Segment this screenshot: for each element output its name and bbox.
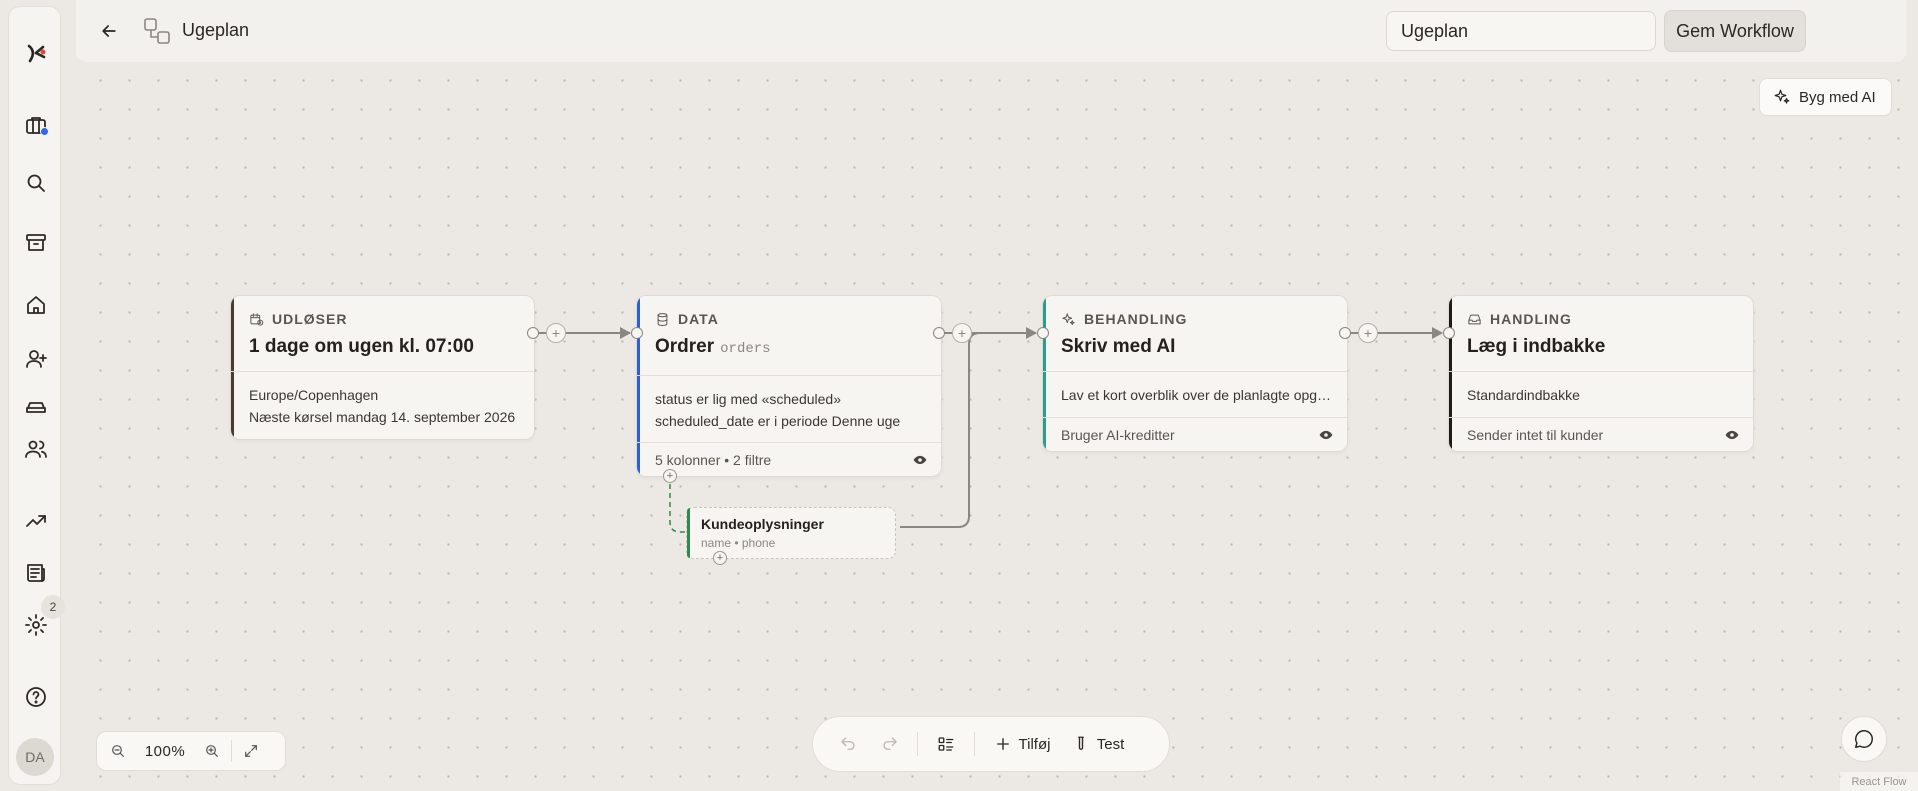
process-node[interactable]: BEHANDLING Skriv med AI Lav et kort over… bbox=[1042, 295, 1348, 452]
zoom-level: 100% bbox=[144, 742, 186, 760]
filter-line: scheduled_date er i periode Denne uge bbox=[655, 413, 901, 429]
plus-icon bbox=[996, 738, 1009, 750]
trending-up-icon[interactable] bbox=[9, 501, 62, 541]
test-label: Test bbox=[1096, 735, 1125, 753]
node-footer: Sender intet til kunder bbox=[1467, 427, 1604, 443]
workflow-icon bbox=[142, 16, 172, 46]
users-icon[interactable] bbox=[9, 429, 62, 469]
notification-dot bbox=[40, 127, 49, 136]
expand-icon bbox=[245, 745, 257, 757]
node-kind-label: UDLØSER bbox=[272, 311, 348, 327]
zoom-out-icon bbox=[112, 745, 124, 757]
home-icon[interactable] bbox=[9, 285, 62, 325]
vehicle-icon[interactable] bbox=[9, 391, 62, 413]
add-label: Tilføj bbox=[1018, 735, 1051, 753]
undo-icon bbox=[841, 737, 855, 750]
node-kind-label: BEHANDLING bbox=[1084, 311, 1188, 327]
test-button[interactable]: Test bbox=[1063, 724, 1133, 764]
input-handle[interactable] bbox=[631, 327, 643, 339]
zoom-out-button[interactable] bbox=[101, 734, 135, 768]
build-with-ai-button[interactable]: Byg med AI bbox=[1759, 78, 1892, 116]
input-handle[interactable] bbox=[1443, 327, 1455, 339]
react-flow-attribution[interactable]: React Flow bbox=[1840, 772, 1918, 791]
logo-icon[interactable] bbox=[9, 33, 62, 73]
list-layout-icon bbox=[938, 737, 954, 751]
save-workflow-button[interactable]: Gem Workflow bbox=[1664, 10, 1806, 52]
output-handle[interactable] bbox=[527, 327, 539, 339]
build-with-ai-label: Byg med AI bbox=[1799, 88, 1876, 106]
inbox-icon bbox=[1468, 314, 1481, 324]
bottom-toolbar: Tilføj Test bbox=[812, 716, 1170, 772]
page-title: Ugeplan bbox=[182, 20, 250, 40]
eye-icon[interactable] bbox=[913, 453, 927, 467]
help-icon[interactable] bbox=[9, 677, 62, 717]
eye-icon[interactable] bbox=[1319, 428, 1333, 442]
add-join-button[interactable]: + bbox=[663, 469, 677, 483]
add-step-button[interactable]: + bbox=[952, 323, 972, 343]
newspaper-icon[interactable] bbox=[9, 553, 62, 593]
sparkles-icon bbox=[1774, 89, 1790, 104]
data-node[interactable]: DATA Ordrer orders status er lig med «sch… bbox=[636, 295, 942, 477]
layout-button[interactable] bbox=[924, 724, 968, 764]
sparkles-icon bbox=[1062, 312, 1075, 325]
join-columns: name • phone bbox=[701, 536, 776, 550]
eye-icon[interactable] bbox=[1725, 428, 1739, 442]
node-kind-label: HANDLING bbox=[1490, 311, 1572, 327]
calendar-clock-icon bbox=[250, 312, 264, 326]
inbox-text: Standardindbakke bbox=[1467, 387, 1580, 403]
user-plus-icon[interactable] bbox=[9, 339, 62, 379]
avatar[interactable]: DA bbox=[16, 738, 54, 776]
filter-line: status er lig med «scheduled» bbox=[655, 391, 841, 407]
database-icon bbox=[657, 312, 668, 326]
output-handle[interactable] bbox=[933, 327, 945, 339]
zoom-in-button[interactable] bbox=[195, 734, 229, 768]
node-footer: Bruger AI-kreditter bbox=[1061, 427, 1175, 443]
back-button[interactable] bbox=[96, 18, 122, 44]
add-step-button[interactable]: + bbox=[546, 323, 566, 343]
briefcase-icon[interactable] bbox=[9, 105, 62, 145]
redo-button[interactable] bbox=[869, 724, 911, 764]
test-tube-icon bbox=[1077, 736, 1084, 750]
action-node[interactable]: HANDLING Læg i indbakke Standardindbakke… bbox=[1448, 295, 1754, 452]
prompt-text: Lav et kort overblik over de planlagte o… bbox=[1061, 387, 1333, 403]
input-handle[interactable] bbox=[1037, 327, 1049, 339]
node-title: Læg i indbakke bbox=[1467, 336, 1606, 357]
next-run-text: Næste kørsel mandag 14. september 2026 bbox=[249, 409, 516, 425]
add-button[interactable]: Tilføj bbox=[981, 724, 1063, 764]
timezone-text: Europe/Copenhagen bbox=[249, 387, 379, 403]
sidebar: 2 DA bbox=[8, 6, 65, 785]
add-join-button[interactable]: + bbox=[713, 551, 727, 565]
undo-button[interactable] bbox=[827, 724, 869, 764]
node-title: Skriv med AI bbox=[1061, 336, 1176, 357]
add-step-button[interactable]: + bbox=[1358, 323, 1378, 343]
workflow-name-input[interactable] bbox=[1386, 11, 1656, 51]
search-icon[interactable] bbox=[9, 163, 62, 203]
node-footer: 5 kolonner • 2 filtre bbox=[655, 452, 772, 468]
node-kind-label: DATA bbox=[678, 311, 719, 327]
fit-view-button[interactable] bbox=[234, 734, 268, 768]
trigger-node[interactable]: UDLØSER 1 dage om ugen kl. 07:00 Europe/… bbox=[230, 295, 535, 440]
archive-icon[interactable] bbox=[9, 223, 62, 263]
zoom-in-icon bbox=[206, 745, 218, 757]
chat-icon bbox=[1855, 730, 1873, 748]
node-title: Ordrer bbox=[655, 336, 715, 357]
chat-button[interactable] bbox=[1841, 716, 1887, 762]
settings-badge: 2 bbox=[41, 595, 65, 619]
node-source: orders bbox=[720, 341, 771, 357]
node-title: 1 dage om ugen kl. 07:00 bbox=[249, 336, 474, 357]
arrow-left-icon bbox=[102, 25, 116, 37]
redo-icon bbox=[883, 737, 897, 750]
zoom-controls: 100% bbox=[96, 731, 286, 771]
join-title: Kundeoplysninger bbox=[701, 516, 824, 532]
output-handle[interactable] bbox=[1339, 327, 1351, 339]
